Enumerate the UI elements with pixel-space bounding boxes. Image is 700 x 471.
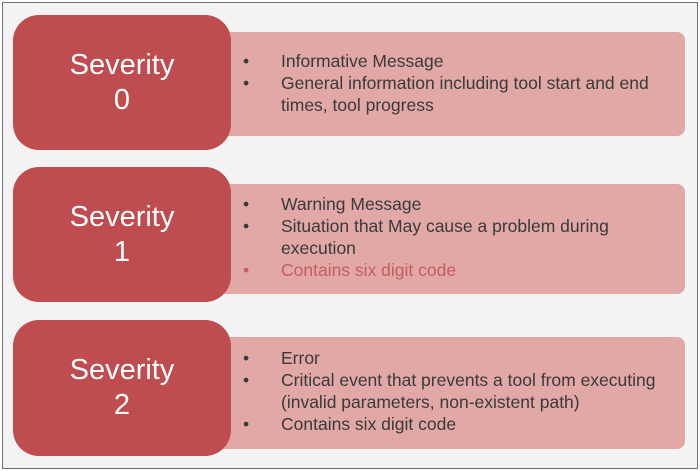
severity-2-bullet-text: Contains six digit code: [281, 414, 457, 434]
severity-2-bullet: • Error: [243, 347, 679, 369]
severity-row-2: • Error • Critical event that prevents a…: [3, 320, 697, 456]
severity-2-bullets: • Error • Critical event that prevents a…: [243, 347, 679, 435]
severity-0-bullet: • Informative Message: [243, 50, 679, 72]
severity-0-level: 0: [113, 83, 131, 116]
bullet-dot-icon: •: [243, 348, 250, 368]
severity-0-box: Severity 0: [13, 15, 231, 150]
severity-2-bullet: • Critical event that prevents a tool fr…: [243, 369, 679, 413]
bullet-dot-icon: •: [243, 260, 250, 280]
severity-row-0: • Informative Message • General informat…: [3, 15, 697, 150]
severity-1-panel: • Warning Message • Situation that May c…: [198, 184, 685, 294]
severity-1-title: Severity: [69, 200, 175, 233]
bullet-dot-icon: •: [243, 194, 250, 214]
severity-2-bullet-text: Error: [281, 348, 320, 368]
severity-1-bullet: • Warning Message: [243, 193, 679, 215]
severity-2-bullet: • Contains six digit code: [243, 413, 679, 435]
severity-1-bullet: • Situation that May cause a problem dur…: [243, 215, 679, 259]
severity-0-title: Severity: [69, 48, 175, 81]
severity-2-title: Severity: [69, 354, 175, 386]
severity-0-bullets: • Informative Message • General informat…: [243, 50, 679, 116]
severity-1-bullet-text: Contains six digit code: [281, 260, 457, 280]
severity-2-box: Severity 2: [13, 320, 231, 456]
severity-2-panel: • Error • Critical event that prevents a…: [198, 337, 685, 449]
bullet-dot-icon: •: [243, 51, 250, 71]
severity-row-1: • Warning Message • Situation that May c…: [3, 167, 697, 302]
severity-0-bullet-text: General information including tool start…: [281, 73, 649, 115]
severity-1-level: 1: [113, 235, 131, 268]
severity-diagram: • Informative Message • General informat…: [2, 2, 698, 469]
severity-1-bullet-highlighted: • Contains six digit code: [243, 259, 679, 281]
severity-1-bullets: • Warning Message • Situation that May c…: [243, 193, 679, 281]
bullet-dot-icon: •: [243, 370, 250, 390]
bullet-dot-icon: •: [243, 414, 250, 434]
severity-1-bullet-text: Situation that May cause a problem durin…: [281, 216, 609, 258]
severity-0-bullet-text: Informative Message: [281, 51, 444, 71]
severity-0-bullet: • General information including tool sta…: [243, 72, 679, 116]
bullet-dot-icon: •: [243, 73, 250, 93]
severity-1-box: Severity 1: [13, 167, 231, 302]
bullet-dot-icon: •: [243, 216, 250, 236]
severity-1-bullet-text: Warning Message: [281, 194, 422, 214]
severity-2-bullet-text: Critical event that prevents a tool from…: [281, 370, 656, 412]
severity-0-panel: • Informative Message • General informat…: [198, 32, 685, 136]
severity-2-level: 2: [113, 389, 131, 421]
